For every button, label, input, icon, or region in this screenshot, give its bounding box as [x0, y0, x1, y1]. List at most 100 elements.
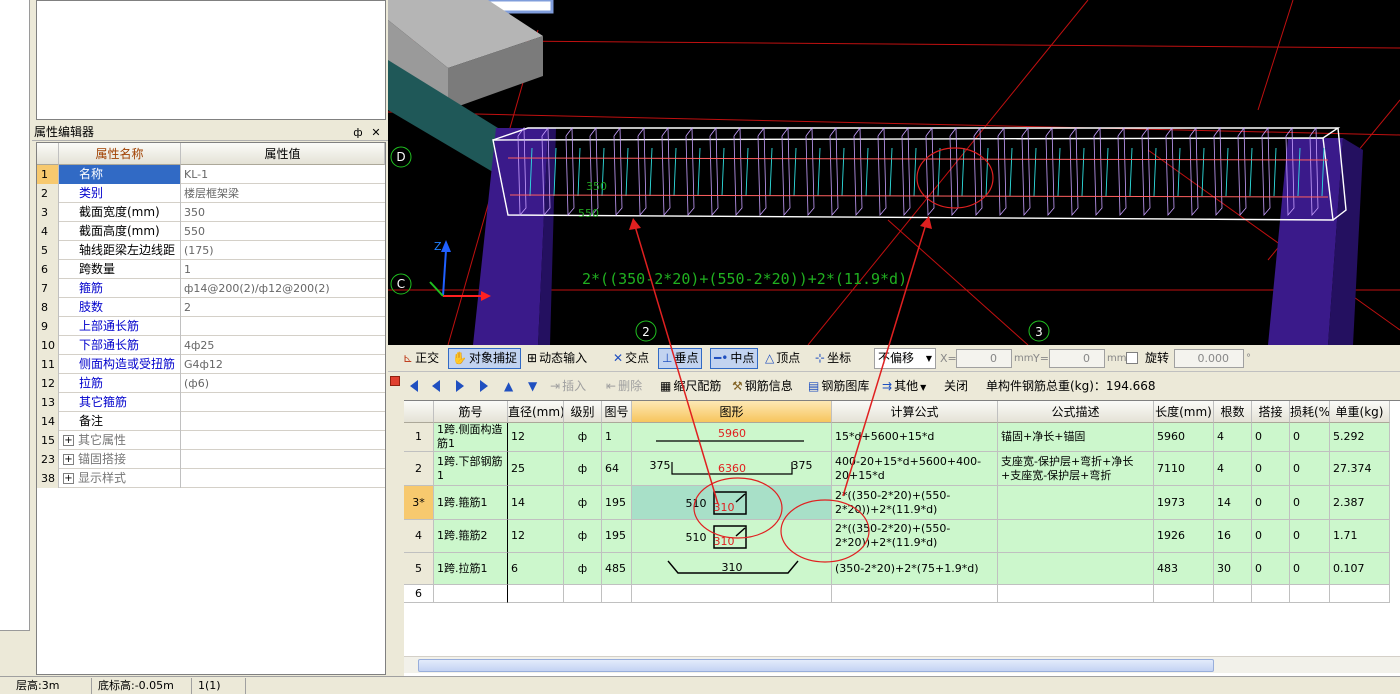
side-bar: [577, 147, 581, 197]
property-value[interactable]: 550: [181, 222, 385, 241]
stirrup: [1093, 126, 1103, 217]
property-row-number: 7: [37, 279, 59, 298]
property-value[interactable]: 楼层框架梁: [181, 184, 385, 203]
side-bar: [889, 147, 893, 197]
property-value[interactable]: (175): [181, 241, 385, 260]
property-row[interactable]: 4 截面高度(mm) 550: [37, 222, 385, 241]
property-name-text: 跨数量: [79, 262, 116, 276]
property-value[interactable]: G4ф12: [181, 355, 385, 374]
expand-icon[interactable]: +: [63, 454, 74, 465]
side-bar: [649, 147, 653, 197]
property-name: 跨数量: [59, 260, 181, 279]
property-value[interactable]: KL-1: [181, 165, 385, 184]
left-panel-strip: [0, 0, 30, 676]
grid-horizontal-scrollbar[interactable]: [404, 656, 1400, 673]
property-table: 属性名称 属性值 1 名称 KL-1 2 类别 楼层框架梁 3 截面宽度(mm) 350 4 截面高…: [36, 142, 386, 675]
property-row[interactable]: 11 侧面构造或受扭筋 G4ф12: [37, 355, 385, 374]
property-row[interactable]: 14 备注: [37, 412, 385, 431]
property-name-text: 上部通长筋: [79, 319, 140, 333]
property-name: 轴线距梁左边线距: [59, 241, 181, 260]
property-value[interactable]: ф14@200(2)/ф12@200(2): [181, 279, 385, 298]
property-row[interactable]: 3 截面宽度(mm) 350: [37, 203, 385, 222]
side-bar: [1129, 147, 1133, 197]
left-panel-footer: [0, 630, 30, 676]
property-name: 备注: [59, 412, 181, 431]
side-bar: [865, 147, 869, 197]
rotate-label: 旋转: [1145, 351, 1170, 365]
property-row[interactable]: 7 箍筋 ф14@200(2)/ф12@200(2): [37, 279, 385, 298]
property-row[interactable]: 12 拉筋 (ф6): [37, 374, 385, 393]
property-row[interactable]: 23 + 锚固搭接: [37, 450, 385, 469]
property-name-text: 箍筋: [79, 281, 104, 295]
property-row[interactable]: 5 轴线距梁左边线距 (175): [37, 241, 385, 260]
degree-unit: °: [1246, 353, 1251, 364]
stirrup: [1261, 126, 1271, 217]
side-bar: [673, 147, 677, 197]
property-name: 截面宽度(mm): [59, 203, 181, 222]
property-value[interactable]: 4ф25: [181, 336, 385, 355]
property-row-number: 2: [37, 184, 59, 203]
property-name-text: 显示样式: [78, 471, 127, 485]
property-name: 拉筋: [59, 374, 181, 393]
property-row[interactable]: 9 上部通长筋: [37, 317, 385, 336]
property-name-text: 轴线距梁左边线距: [79, 243, 176, 257]
property-name: 上部通长筋: [59, 317, 181, 336]
side-bar: [937, 147, 941, 197]
side-bar: [1249, 147, 1253, 197]
property-row-number: 4: [37, 222, 59, 241]
side-bar: [793, 147, 797, 197]
property-row-number: 23: [37, 450, 59, 469]
property-value[interactable]: 1: [181, 260, 385, 279]
column-header-name[interactable]: 属性名称: [59, 143, 181, 165]
property-row[interactable]: 1 名称 KL-1: [37, 165, 385, 184]
layer-tree-panel[interactable]: [36, 0, 386, 120]
expand-icon[interactable]: +: [63, 473, 74, 484]
property-row[interactable]: 6 跨数量 1: [37, 260, 385, 279]
annotation-arrows: [629, 216, 932, 505]
column-header-value[interactable]: 属性值: [181, 143, 385, 165]
property-row[interactable]: 2 类别 楼层框架梁: [37, 184, 385, 203]
y-unit: mm: [1107, 353, 1127, 364]
property-name-text: 下部通长筋: [79, 338, 140, 352]
stirrup: [1141, 126, 1151, 217]
property-value[interactable]: (ф6): [181, 374, 385, 393]
property-row-number: 5: [37, 241, 59, 260]
scrollbar-thumb[interactable]: [418, 659, 1214, 672]
rotate-input[interactable]: 0.000: [1174, 349, 1244, 368]
property-value[interactable]: [181, 317, 385, 336]
property-name: 其它箍筋: [59, 393, 181, 412]
property-name: 箍筋: [59, 279, 181, 298]
rotate-checkbox[interactable]: [1126, 352, 1138, 364]
property-row-number: 38: [37, 469, 59, 488]
property-row[interactable]: 10 下部通长筋 4ф25: [37, 336, 385, 355]
expand-icon[interactable]: +: [63, 435, 74, 446]
stirrup: [1189, 126, 1199, 217]
property-value[interactable]: [181, 450, 385, 469]
property-row[interactable]: 8 肢数 2: [37, 298, 385, 317]
pin-icon[interactable]: ф: [352, 125, 364, 140]
status-bar: 层高:3m 底标高:-0.05m 1(1): [0, 676, 1400, 694]
property-value[interactable]: [181, 431, 385, 450]
property-value[interactable]: 2: [181, 298, 385, 317]
property-name-text: 拉筋: [79, 376, 104, 390]
property-name-text: 名称: [79, 167, 104, 181]
property-value[interactable]: [181, 412, 385, 431]
property-name-text: 其它箍筋: [79, 395, 128, 409]
property-row-number: 13: [37, 393, 59, 412]
property-name: 名称: [59, 165, 181, 184]
property-row-number: 3: [37, 203, 59, 222]
property-row-number: 9: [37, 317, 59, 336]
property-value[interactable]: 350: [181, 203, 385, 222]
property-value[interactable]: [181, 469, 385, 488]
side-bar: [817, 147, 821, 197]
stirrup: [1117, 126, 1127, 217]
property-row[interactable]: 13 其它箍筋: [37, 393, 385, 412]
property-row[interactable]: 38 + 显示样式: [37, 469, 385, 488]
side-bar: [913, 147, 917, 197]
close-icon[interactable]: ✕: [370, 125, 382, 140]
property-value[interactable]: [181, 393, 385, 412]
stirrup: [1165, 126, 1175, 217]
property-name: 截面高度(mm): [59, 222, 181, 241]
side-bar: [1057, 147, 1061, 197]
property-row[interactable]: 15 + 其它属性: [37, 431, 385, 450]
